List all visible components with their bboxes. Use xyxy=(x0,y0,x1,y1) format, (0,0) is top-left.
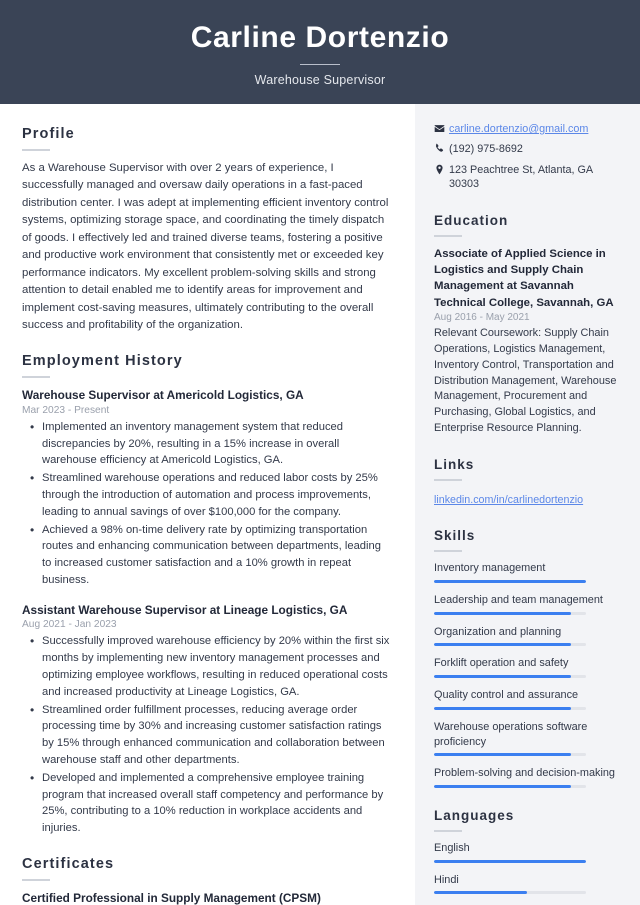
skill-item: Inventory management xyxy=(434,561,620,583)
skills-section: Skills Inventory management Leadership a… xyxy=(434,528,620,788)
skill-label: Organization and planning xyxy=(434,625,562,638)
job-bullet: Developed and implemented a comprehensiv… xyxy=(22,769,393,837)
education-degree: Associate of Applied Science in Logistic… xyxy=(434,248,614,309)
skill-label: Warehouse operations software proficienc… xyxy=(434,720,588,748)
skill-label: Forklift operation and safety xyxy=(434,657,569,670)
skill-label: Quality control and assurance xyxy=(434,689,579,702)
linkedin-link[interactable]: linkedin.com/in/carlinedortenzio xyxy=(434,494,583,506)
skill-bar-fill xyxy=(434,611,571,615)
skill-bar-track xyxy=(434,611,586,615)
certificates-heading: Certificates xyxy=(22,855,115,872)
skill-item: Leadership and team management xyxy=(434,593,620,615)
candidate-job-title: Warehouse Supervisor xyxy=(254,72,386,87)
skill-bar-fill xyxy=(434,675,571,679)
skill-item: Organization and planning xyxy=(434,625,620,647)
job-bullets: Successfully improved warehouse efficien… xyxy=(22,632,393,837)
skill-bar-fill xyxy=(434,706,571,710)
skill-bar-fill xyxy=(434,579,586,583)
job-date: Mar 2023 - Present xyxy=(22,404,110,416)
section-underline xyxy=(434,235,462,237)
education-heading: Education xyxy=(434,213,509,228)
job-bullet: Achieved a 98% on-time delivery rate by … xyxy=(22,521,393,589)
sidebar-column: carline.dortenzio@gmail.com (192) 975-86… xyxy=(415,104,640,905)
language-label: Hindi xyxy=(434,873,459,886)
skill-bar-fill xyxy=(434,784,571,788)
links-section: Links linkedin.com/in/carlinedortenzio xyxy=(434,457,620,508)
contact-phone-row: (192) 975-8692 xyxy=(434,142,620,156)
skill-bar-track xyxy=(434,643,586,647)
skill-item: Quality control and assurance xyxy=(434,688,620,710)
job-title: Assistant Warehouse Supervisor at Lineag… xyxy=(22,602,348,617)
skill-bar-track xyxy=(434,579,586,583)
skill-bar-track xyxy=(434,675,586,679)
skill-item: Warehouse operations software proficienc… xyxy=(434,720,620,757)
map-pin-icon xyxy=(434,163,449,175)
certificates-section: Certificates Certified Professional in S… xyxy=(22,856,393,905)
job-bullet: Successfully improved warehouse efficien… xyxy=(22,632,393,700)
languages-section: Languages English Hindi xyxy=(434,807,620,895)
candidate-name: Carline Dortenzio xyxy=(190,21,450,55)
phone-icon xyxy=(434,142,449,154)
profile-section: Profile As a Warehouse Supervisor with o… xyxy=(22,126,393,334)
skill-label: Problem-solving and decision-making xyxy=(434,767,615,780)
section-underline xyxy=(22,878,50,881)
employment-section: Employment History Warehouse Supervisor … xyxy=(22,353,393,837)
languages-heading: Languages xyxy=(434,807,515,823)
language-bar-track xyxy=(434,891,586,895)
skills-heading: Skills xyxy=(434,528,476,544)
skill-bar-fill xyxy=(434,643,571,647)
contact-address-row: 123 Peachtree St, Atlanta, GA 30303 xyxy=(434,163,620,192)
skill-item: Forklift operation and safety xyxy=(434,656,620,679)
contact-section: carline.dortenzio@gmail.com (192) 975-86… xyxy=(434,122,620,191)
links-heading: Links xyxy=(434,457,475,473)
education-description: Relevant Coursework: Supply Chain Operat… xyxy=(434,326,617,435)
skill-bar-track xyxy=(434,784,586,788)
job-title: Warehouse Supervisor at Americold Logist… xyxy=(22,388,304,403)
language-bar-track xyxy=(434,859,586,863)
skill-bar-fill xyxy=(434,753,571,757)
language-bar-fill xyxy=(434,891,527,895)
skill-bar-track xyxy=(434,753,586,757)
job-date: Aug 2021 - Jan 2023 xyxy=(22,619,117,631)
resume-page: Carline Dortenzio Warehouse Supervisor P… xyxy=(0,0,640,905)
address-text: 123 Peachtree St, Atlanta, GA 30303 xyxy=(449,163,593,190)
section-underline xyxy=(434,829,462,832)
email-link[interactable]: carline.dortenzio@gmail.com xyxy=(449,122,588,136)
profile-text: As a Warehouse Supervisor with over 2 ye… xyxy=(22,162,389,331)
education-section: Education Associate of Applied Science i… xyxy=(434,213,620,437)
main-column: Profile As a Warehouse Supervisor with o… xyxy=(0,104,415,905)
skill-item: Problem-solving and decision-making xyxy=(434,766,620,788)
job-bullet: Implemented an inventory management syst… xyxy=(22,418,393,469)
education-date: Aug 2016 - May 2021 xyxy=(434,311,530,323)
contact-email-row[interactable]: carline.dortenzio@gmail.com xyxy=(434,122,620,136)
language-item: English xyxy=(434,841,620,863)
skill-label: Inventory management xyxy=(434,562,546,575)
job-bullets: Implemented an inventory management syst… xyxy=(22,418,393,589)
profile-heading: Profile xyxy=(22,126,75,142)
language-bar-fill xyxy=(434,859,586,863)
language-label: English xyxy=(434,841,470,854)
employment-entry: Warehouse Supervisor at Americold Logist… xyxy=(22,387,393,588)
certificate-entry: Certified Professional in Supply Managem… xyxy=(22,890,393,905)
section-underline xyxy=(434,550,462,553)
skill-label: Leadership and team management xyxy=(434,593,603,606)
section-underline xyxy=(22,376,50,379)
employment-entry: Assistant Warehouse Supervisor at Lineag… xyxy=(22,602,393,837)
job-bullet: Streamlined order fulfillment processes,… xyxy=(22,701,393,769)
employment-heading: Employment History xyxy=(22,353,183,370)
skill-bar-track xyxy=(434,706,586,710)
resume-body: Profile As a Warehouse Supervisor with o… xyxy=(0,104,640,905)
header-divider xyxy=(300,63,340,65)
resume-header: Carline Dortenzio Warehouse Supervisor xyxy=(0,0,640,104)
phone-number: (192) 975-8692 xyxy=(449,143,523,156)
section-underline xyxy=(22,149,50,151)
certificate-title: Certified Professional in Supply Managem… xyxy=(22,890,321,905)
envelope-icon xyxy=(434,122,449,134)
job-bullet: Streamlined warehouse operations and red… xyxy=(22,469,393,520)
language-item: Hindi xyxy=(434,873,620,895)
section-underline xyxy=(434,479,462,482)
